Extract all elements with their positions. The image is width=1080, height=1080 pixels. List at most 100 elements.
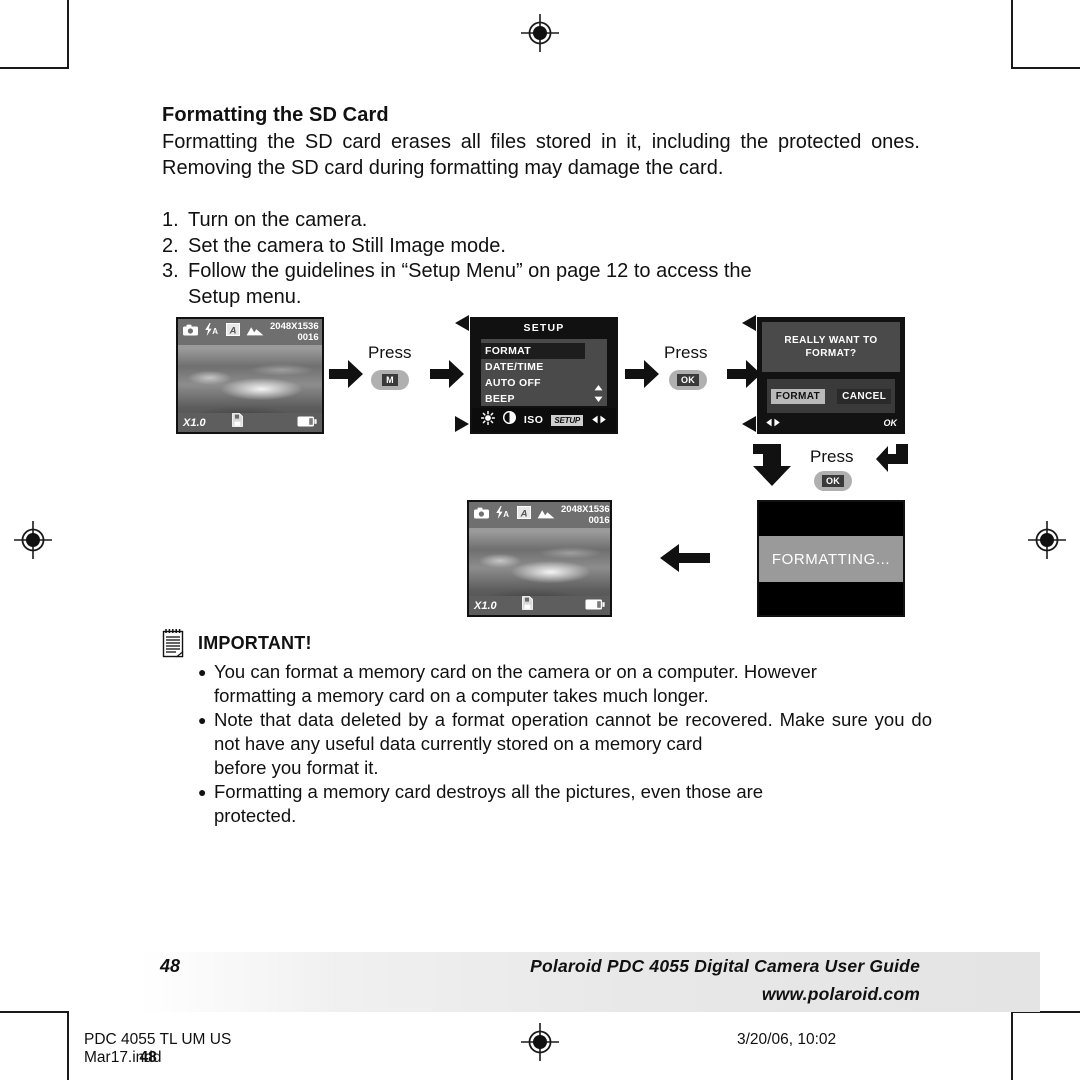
setup-menu-list: FORMAT DATE/TIME AUTO OFF BEEP [481, 339, 607, 406]
svg-text:A: A [212, 327, 218, 336]
bullet-text-last: before you format it. [214, 757, 379, 778]
bullet-text-main: You can format a memory card on the came… [214, 661, 817, 682]
bullet-dot: ● [198, 664, 207, 680]
menu-item-auto-off[interactable]: AUTO OFF [481, 375, 607, 391]
flash-auto-icon: A [495, 506, 511, 524]
white-balance-auto-icon: A [517, 506, 531, 524]
lcd-resolution-and-count: 2048X1536 0016 [270, 321, 319, 343]
lcd-setup-menu-screen: SETUP FORMAT DATE/TIME AUTO OFF BEEP ISO… [470, 317, 618, 434]
lcd-format-confirm-screen: REALLY WANT TO FORMAT? FORMAT CANCEL OK [757, 317, 905, 434]
step-text-line2: Setup menu. [188, 285, 302, 308]
bullet-text: Formatting a memory card destroys all th… [214, 780, 932, 828]
marker-triangle-confirm-bottom [742, 416, 756, 437]
lcd-zoom-level: X1.0 [474, 599, 497, 612]
lcd-zoom-level: X1.0 [183, 416, 206, 429]
manual-page: Formatting the SD Card Formatting the SD… [0, 0, 1080, 1080]
brightness-icon[interactable] [480, 410, 496, 430]
bullet-dot: ● [198, 784, 207, 800]
lcd-formatting-screen: FORMATTING... [757, 500, 905, 617]
camera-icon [474, 506, 489, 524]
bullet-dot: ● [198, 712, 207, 728]
flow-arrow-right-3 [625, 360, 659, 393]
footer-website: www.polaroid.com [761, 984, 920, 1004]
scroll-up-down-icon [593, 384, 603, 402]
flow-arrow-left-1 [660, 544, 710, 577]
important-bullet-list: ● You can format a memory card on the ca… [162, 660, 932, 828]
confirm-cancel-button[interactable]: CANCEL [837, 388, 892, 404]
bullet-text-last: protected. [214, 805, 297, 826]
important-header: IMPORTANT! [162, 628, 932, 658]
step-item: 1. Turn on the camera. [162, 208, 922, 234]
svg-text:A: A [503, 510, 509, 519]
sd-card-icon [522, 596, 534, 615]
ok-button-label: OK [676, 374, 700, 386]
formatting-message: FORMATTING... [759, 536, 903, 582]
lcd-osd-top-bar: A A 2048X1536 0016 [178, 319, 322, 345]
landscape-mode-icon [246, 323, 264, 341]
notepad-icon [162, 628, 184, 658]
bullet-item: ● Formatting a memory card destroys all … [198, 780, 932, 828]
bullet-text-last: formatting a memory card on a computer t… [214, 685, 709, 706]
footer-guide-title: Polaroid PDC 4055 Digital Camera User Gu… [530, 956, 920, 976]
step-number: 3. [162, 260, 179, 282]
menu-item-beep[interactable]: BEEP [481, 391, 607, 407]
sd-card-icon [232, 413, 244, 432]
confirm-message-line2: FORMAT? [805, 348, 857, 359]
menu-button-label: M [382, 374, 398, 386]
lcd-live-view-screen-2: A A 2048X1536 0016 X1.0 [467, 500, 612, 617]
iso-tab-label[interactable]: ISO [524, 414, 544, 426]
step-text-line1: Follow the guidelines in “Setup Menu” on… [188, 260, 752, 282]
section-heading: Formatting the SD Card [162, 104, 389, 126]
confirm-message: REALLY WANT TO FORMAT? [762, 322, 900, 372]
lcd-shots-remaining: 0016 [588, 515, 610, 526]
battery-icon [297, 414, 317, 432]
menu-item-format[interactable]: FORMAT [481, 343, 585, 359]
print-source-filename: PDC 4055 TL UM US Mar17.indd48 [84, 1031, 308, 1067]
lcd-osd-bottom-bar: X1.0 [178, 413, 322, 432]
bullet-text: Note that data deleted by a format opera… [214, 708, 932, 780]
menu-item-date-time[interactable]: DATE/TIME [481, 359, 607, 375]
landscape-mode-icon [537, 506, 555, 524]
flow-arrow-right-4 [727, 360, 761, 393]
left-right-arrows-icon [765, 418, 781, 429]
print-timestamp: 3/20/06, 10:02 [737, 1031, 837, 1048]
ok-button-label: OK [821, 475, 845, 487]
press-label-3: Press [810, 447, 854, 466]
lcd-osd-top-bar: A A 2048X1536 0016 [469, 502, 610, 528]
confirm-message-line1: REALLY WANT TO [784, 335, 878, 346]
ok-button-keycap-2[interactable]: OK [814, 471, 852, 491]
flow-arrow-elbow-left [876, 444, 908, 485]
svg-text:A: A [229, 325, 237, 336]
confirm-ok-hint: OK [883, 418, 898, 428]
contrast-icon[interactable] [502, 410, 516, 429]
lcd-live-view-screen-1: A A 2048X1536 0016 X1.0 [176, 317, 324, 434]
lcd-resolution: 2048X1536 [270, 321, 319, 332]
ok-button-keycap-1[interactable]: OK [669, 370, 707, 390]
bullet-item: ● You can format a memory card on the ca… [198, 660, 932, 708]
flow-arrow-right-2 [430, 360, 464, 393]
step-item: 2. Set the camera to Still Image mode. [162, 234, 922, 260]
print-filename-text: PDC 4055 TL UM US Mar17.indd [84, 1031, 232, 1066]
confirm-format-button[interactable]: FORMAT [770, 388, 826, 404]
numbered-steps-list: 1. Turn on the camera. 2. Set the camera… [162, 208, 922, 310]
svg-text:A: A [520, 508, 528, 519]
setup-menu-title: SETUP [523, 322, 565, 334]
camera-icon [183, 323, 198, 341]
intro-paragraph: Formatting the SD card erases all files … [162, 131, 920, 179]
bullet-text: You can format a memory card on the came… [214, 660, 932, 708]
page-number: 48 [160, 956, 181, 976]
white-balance-auto-icon: A [226, 323, 240, 341]
print-overlay-number: 48 [139, 1049, 157, 1066]
step-text: Set the camera to Still Image mode. [188, 234, 506, 257]
step-item: 3. Follow the guidelines in “Setup Menu”… [162, 259, 922, 310]
marker-triangle-left-top [455, 315, 469, 336]
marker-triangle-left-bottom [455, 416, 469, 437]
left-right-arrows-icon [591, 411, 607, 429]
menu-button-keycap[interactable]: M [371, 370, 409, 390]
bullet-text-main: Note that data deleted by a format opera… [214, 709, 932, 754]
bullet-text-main: Formatting a memory card destroys all th… [214, 781, 764, 802]
lcd-shots-remaining: 0016 [297, 332, 319, 343]
setup-tab-selected[interactable]: SETUP [551, 414, 584, 426]
confirm-buttons: FORMAT CANCEL [767, 379, 895, 413]
flash-auto-icon: A [204, 323, 220, 341]
